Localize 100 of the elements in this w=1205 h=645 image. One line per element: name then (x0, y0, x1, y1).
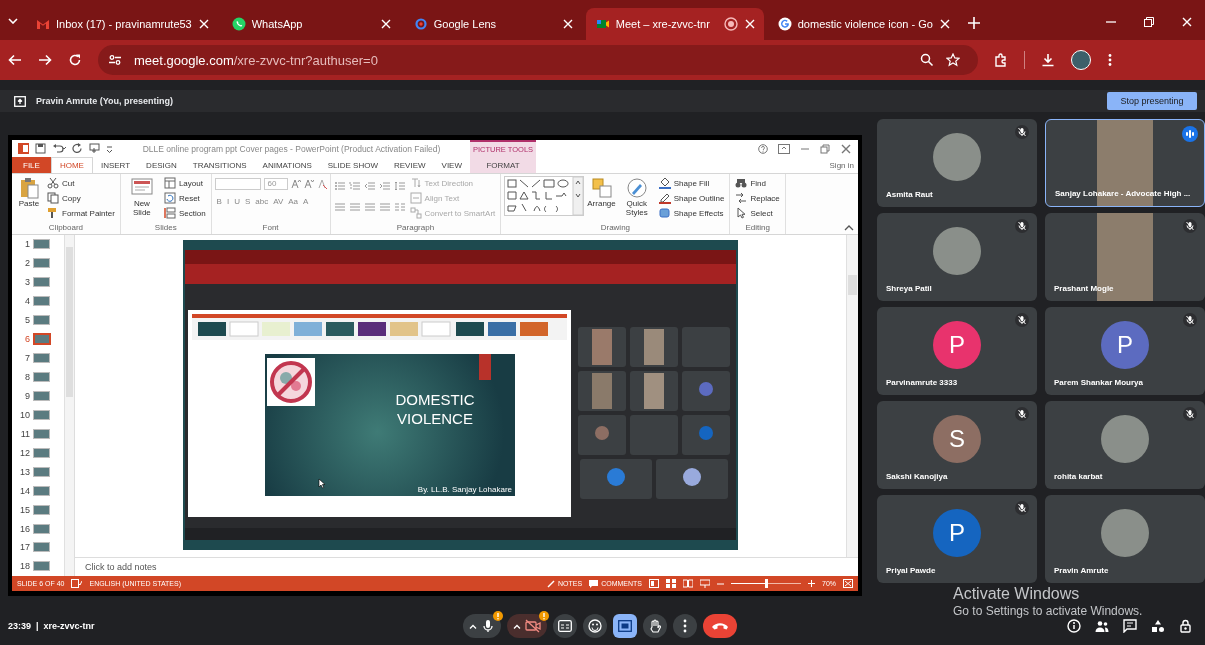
participant-tile[interactable]: P Parvinamrute 3333 (877, 307, 1037, 395)
slide-sorter-icon[interactable] (666, 579, 676, 588)
participant-tile[interactable]: Prashant Mogle (1045, 213, 1205, 301)
close-icon[interactable] (561, 18, 574, 30)
slideshow-icon[interactable] (700, 579, 710, 588)
tab-search-icon[interactable] (8, 18, 18, 24)
font-name-field[interactable] (214, 178, 261, 190)
new-tab-icon[interactable] (966, 16, 981, 30)
ribbon-button[interactable]: Paste (15, 176, 43, 210)
slide-thumbnail[interactable] (33, 447, 50, 458)
ribbon-button[interactable]: Quick Styles (618, 176, 655, 219)
spelling-icon[interactable] (71, 579, 83, 588)
clear-formatting-icon[interactable] (316, 179, 327, 189)
shrink-font-icon[interactable] (303, 179, 314, 189)
slide-thumbnail[interactable] (33, 277, 50, 288)
raise-hand-button[interactable] (643, 614, 667, 638)
camera-button[interactable] (507, 614, 547, 638)
slide-thumbnail[interactable] (33, 258, 50, 269)
participant-tile[interactable]: S Sakshi Kanojiya (877, 401, 1037, 489)
more-icon[interactable] (1107, 53, 1113, 67)
slide-thumbnail[interactable] (33, 239, 50, 250)
ribbon-tab[interactable]: INSERT (92, 157, 139, 173)
lock-person-icon[interactable] (1179, 619, 1193, 633)
ribbon-button[interactable]: Arrange (586, 176, 617, 210)
ribbon-tab[interactable]: VIEW (433, 157, 470, 173)
forward-icon[interactable] (38, 53, 52, 67)
format-button[interactable]: AV (271, 194, 286, 208)
slide-thumbnail[interactable] (33, 353, 50, 364)
ribbon-tab[interactable]: ANIMATIONS (254, 157, 320, 173)
ribbon-tab[interactable]: DESIGN (138, 157, 185, 173)
slide-thumbnail[interactable] (33, 296, 50, 307)
ribbon-button[interactable]: Reset (161, 191, 208, 205)
slide-thumbnail[interactable] (33, 315, 50, 326)
ribbon-button[interactable]: Layout (161, 176, 208, 190)
reading-view-icon[interactable] (683, 579, 693, 588)
scrollbar[interactable] (64, 235, 74, 576)
format-button[interactable]: A (301, 194, 311, 208)
format-button[interactable]: I (224, 194, 232, 208)
slide-thumbnail[interactable] (33, 390, 50, 401)
sign-in-link[interactable]: Sign in (829, 160, 854, 170)
slide-thumbnail[interactable] (33, 428, 50, 439)
more-options-button[interactable] (673, 614, 697, 638)
slide-thumbnail[interactable] (33, 333, 51, 346)
participant-tile[interactable]: Asmita Raut (877, 119, 1037, 207)
increase-indent-icon[interactable] (378, 181, 391, 191)
ribbon-button[interactable]: Select (733, 206, 782, 220)
zoom-in-icon[interactable] (808, 580, 815, 587)
ribbon-button[interactable]: Section (161, 206, 208, 220)
present-button[interactable] (613, 614, 637, 638)
ribbon-button[interactable]: Shape Effects (656, 206, 727, 220)
ribbon-tab[interactable]: HOME (50, 157, 93, 173)
download-icon[interactable] (1041, 53, 1055, 67)
participant-tile[interactable]: Shreya Patil (877, 213, 1037, 301)
zoom-icon[interactable] (920, 53, 934, 67)
reload-icon[interactable] (68, 53, 82, 67)
participant-tile[interactable]: Pravin Amrute (1045, 495, 1205, 583)
shapes-icon[interactable] (1151, 619, 1165, 633)
ribbon-tab[interactable]: FILE (12, 157, 51, 173)
close-icon[interactable] (840, 142, 852, 155)
info-icon[interactable] (1067, 619, 1081, 633)
restore-icon[interactable] (1143, 16, 1155, 28)
customize-icon[interactable] (106, 143, 113, 154)
format-button[interactable]: Aa (286, 194, 301, 208)
participant-tile[interactable]: rohita karbat (1045, 401, 1205, 489)
ribbon-button[interactable]: Find (733, 176, 782, 190)
people-icon[interactable] (1095, 619, 1109, 633)
ribbon-button[interactable]: New Slide (123, 176, 160, 219)
format-button[interactable]: B (214, 194, 224, 208)
ribbon-button[interactable]: Replace (733, 191, 782, 205)
grow-font-icon[interactable] (290, 179, 301, 189)
leave-call-button[interactable] (703, 614, 737, 638)
ribbon-options-icon[interactable] (778, 143, 790, 154)
ribbon-button[interactable]: Shape Outline (656, 191, 727, 205)
ribbon-button[interactable]: Copy (45, 191, 117, 205)
touch-mode-icon[interactable] (89, 143, 100, 154)
shapes-gallery[interactable] (504, 176, 585, 216)
star-icon[interactable] (946, 53, 960, 67)
stop-presenting-button[interactable]: Stop presenting (1107, 92, 1197, 110)
undo-icon[interactable] (52, 143, 66, 154)
browser-tab[interactable]: domestic violence icon - Go (767, 8, 959, 40)
slide-thumbnail[interactable] (33, 466, 50, 477)
browser-tab[interactable]: Meet – xre-zvvc-tnr (585, 8, 764, 40)
fit-slide-icon[interactable] (843, 579, 853, 588)
participant-tile[interactable]: P Parem Shankar Mourya (1045, 307, 1205, 395)
redo-icon[interactable] (72, 143, 83, 154)
help-icon[interactable] (758, 143, 768, 154)
slide-thumbnail[interactable] (33, 504, 50, 515)
scrollbar[interactable] (846, 235, 858, 557)
slide-thumbnail[interactable] (33, 561, 50, 572)
site-info-icon[interactable] (108, 53, 122, 67)
close-icon[interactable] (197, 18, 210, 30)
emoji-button[interactable] (583, 614, 607, 638)
close-icon[interactable] (743, 18, 756, 30)
ribbon-button[interactable]: Cut (45, 176, 117, 190)
save-icon[interactable] (35, 143, 46, 154)
ribbon-tab[interactable]: TRANSITIONS (184, 157, 255, 173)
format-button[interactable]: abc (253, 194, 271, 208)
ribbon-button[interactable]: Format Painter (45, 206, 117, 220)
slide-thumbnail[interactable] (33, 523, 50, 534)
chat-icon[interactable] (1123, 619, 1137, 633)
